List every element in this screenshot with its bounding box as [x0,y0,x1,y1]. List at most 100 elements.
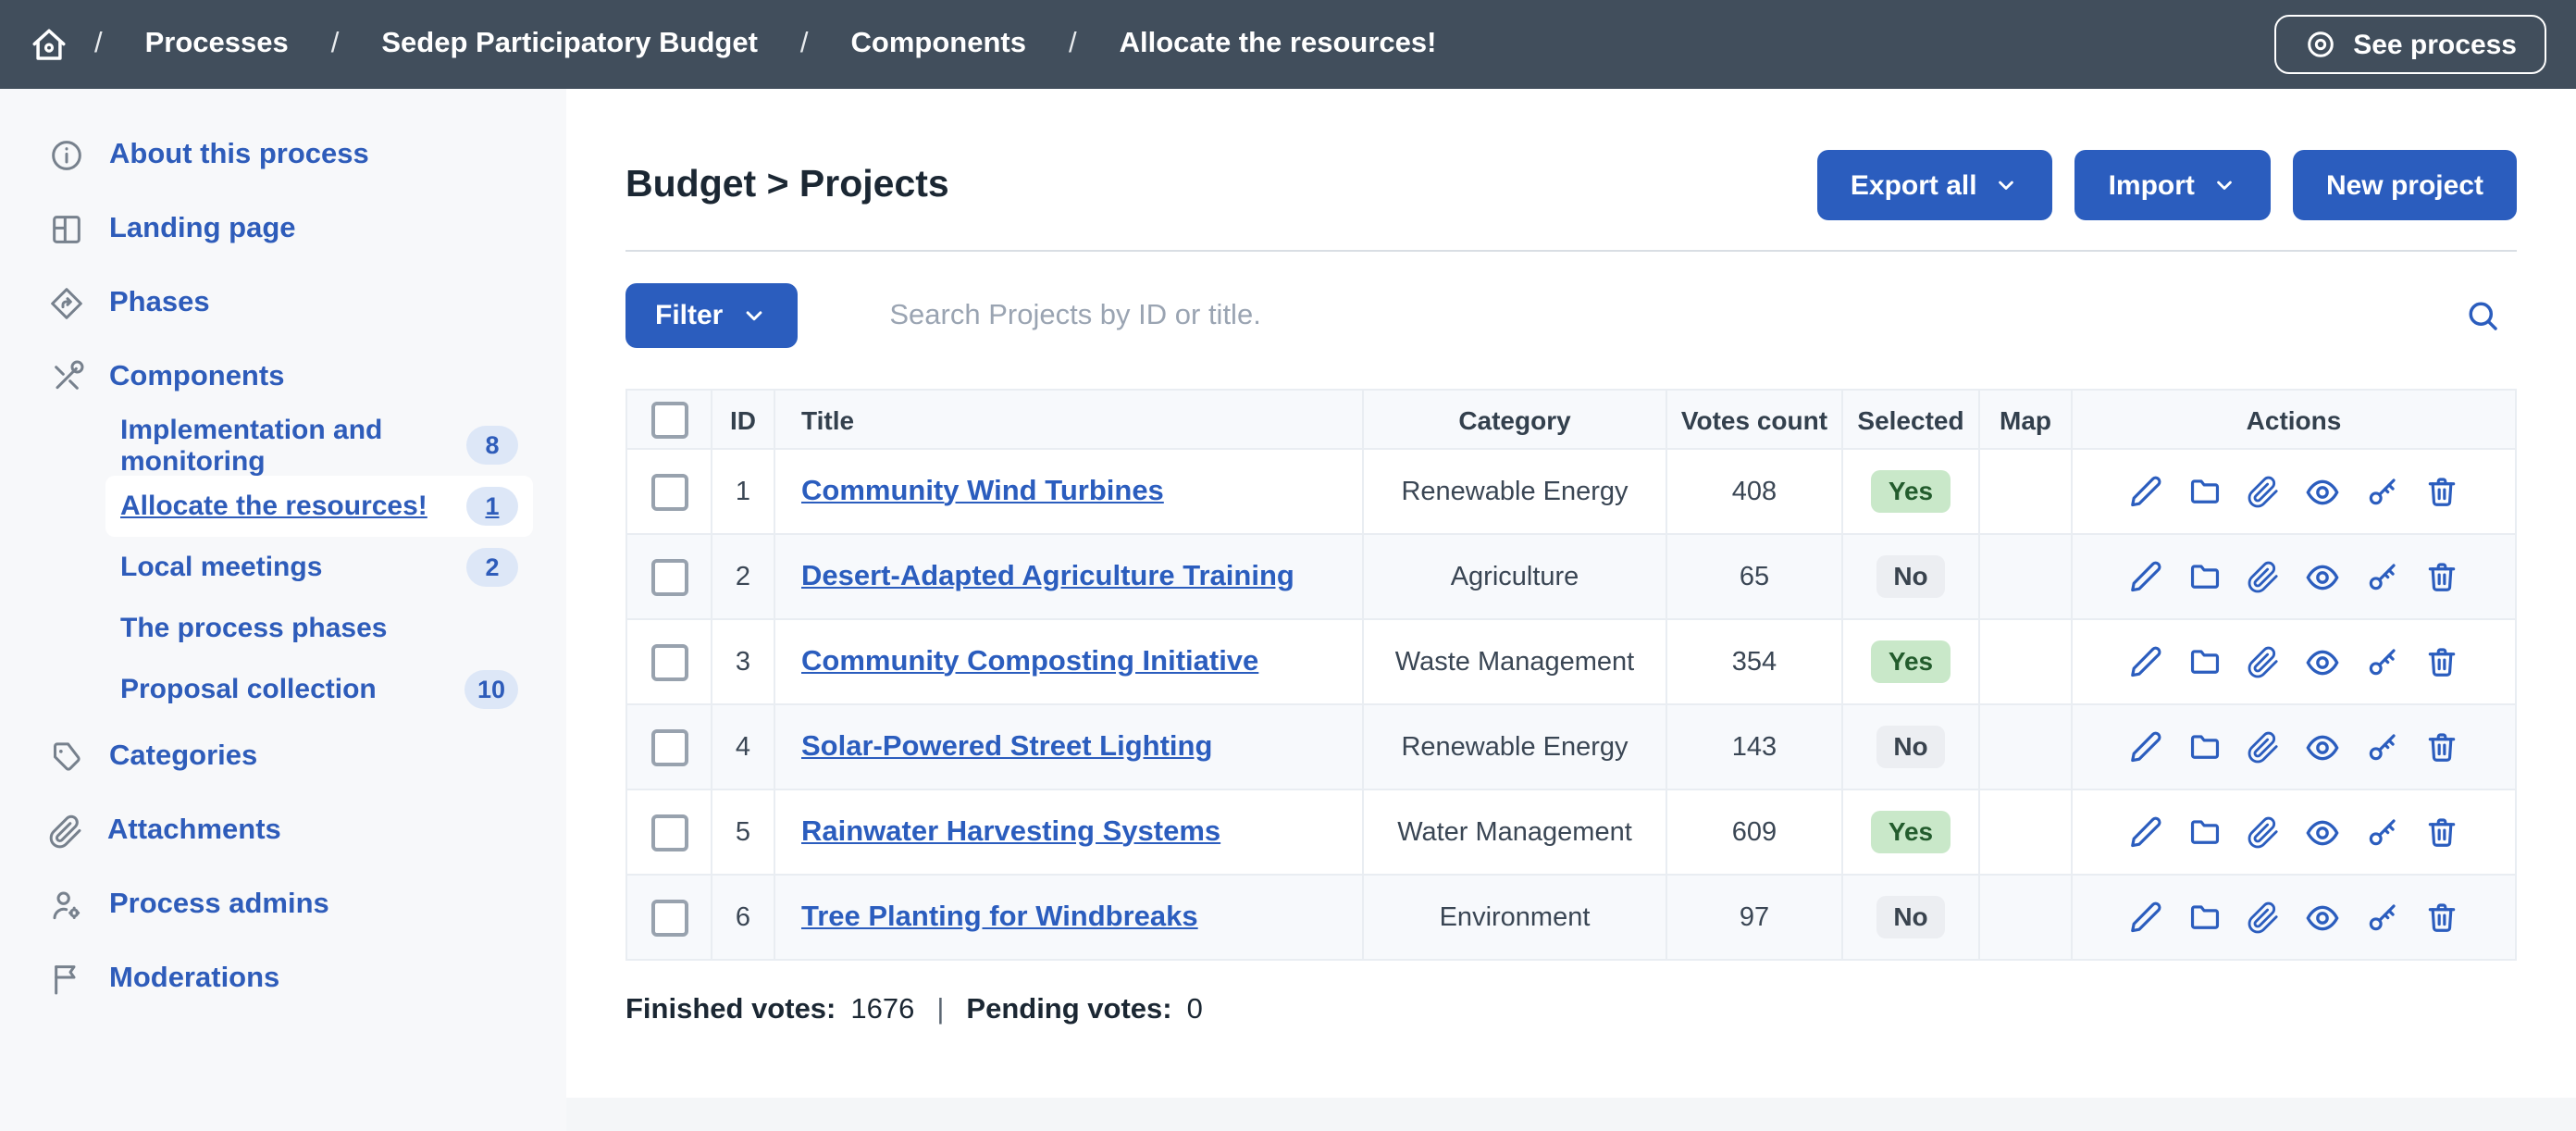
sidebar-subitem-proposal-collection[interactable]: Proposal collection 10 [105,659,533,720]
attachments-button[interactable] [2247,815,2280,849]
delete-project-button[interactable] [2424,559,2459,594]
folder-icon [2187,644,2223,679]
sidebar-item-label: Phases [109,287,210,320]
permissions-button[interactable] [2365,814,2400,850]
manage-records-button[interactable] [2187,559,2223,594]
row-checkbox[interactable] [650,814,687,851]
project-map-cell [1979,534,2072,619]
delete-project-button[interactable] [2424,644,2459,679]
delete-project-button[interactable] [2424,900,2459,935]
sidebar-item-components[interactable]: Components [0,341,566,415]
paperclip-icon [48,814,83,849]
attachments-button[interactable] [2247,901,2280,934]
breadcrumb-components[interactable]: Components [835,28,1043,61]
attachments-button[interactable] [2247,560,2280,593]
delete-project-button[interactable] [2424,814,2459,850]
manage-records-button[interactable] [2187,900,2223,935]
export-all-label: Export all [1851,169,1977,201]
manage-records-button[interactable] [2187,729,2223,764]
edit-project-button[interactable] [2128,729,2163,764]
sidebar-item-attachments[interactable]: Attachments [0,794,566,868]
breadcrumb-process-name[interactable]: Sedep Participatory Budget [365,28,774,61]
eye-icon [2304,728,2341,765]
row-checkbox[interactable] [650,643,687,680]
filter-button[interactable]: Filter [625,283,797,348]
sidebar-item-process-admins[interactable]: Process admins [0,868,566,942]
edit-project-button[interactable] [2128,644,2163,679]
see-process-button[interactable]: See process [2273,15,2546,74]
sidebar-item-landing-page[interactable]: Landing page [0,193,566,267]
row-checkbox[interactable] [650,899,687,936]
topbar: / Processes / Sedep Participatory Budget… [0,0,2576,89]
selected-badge: No [1876,726,1944,769]
project-title-link[interactable]: Community Composting Initiative [801,645,1258,677]
edit-project-button[interactable] [2128,559,2163,594]
sidebar-item-moderations[interactable]: Moderations [0,942,566,1016]
row-checkbox[interactable] [650,473,687,510]
project-votes-count: 65 [1666,534,1842,619]
permissions-button[interactable] [2365,729,2400,764]
trash-icon [2424,900,2459,935]
preview-button[interactable] [2304,558,2341,595]
attachments-button[interactable] [2247,730,2280,764]
manage-records-button[interactable] [2187,814,2223,850]
preview-button[interactable] [2304,728,2341,765]
permissions-button[interactable] [2365,474,2400,509]
permissions-button[interactable] [2365,559,2400,594]
attachments-button[interactable] [2247,645,2280,678]
search-button[interactable] [2459,292,2506,339]
selected-badge: Yes [1872,470,1950,514]
row-checkbox[interactable] [650,558,687,595]
project-title-link[interactable]: Solar-Powered Street Lighting [801,730,1212,762]
sidebar-subitem-process-phases[interactable]: The process phases [105,598,533,659]
project-title-link[interactable]: Community Wind Turbines [801,475,1164,506]
manage-records-button[interactable] [2187,474,2223,509]
attachments-button[interactable] [2247,475,2280,508]
sidebar-item-label: Attachments [107,814,281,848]
permissions-button[interactable] [2365,644,2400,679]
chevron-down-icon [1994,172,2020,198]
project-votes-count: 354 [1666,619,1842,704]
home-icon[interactable] [30,25,68,64]
select-all-header [626,390,712,449]
delete-project-button[interactable] [2424,729,2459,764]
sidebar-subitem-allocate-resources[interactable]: Allocate the resources! 1 [105,476,533,537]
import-button[interactable]: Import [2075,150,2271,220]
project-votes-count: 609 [1666,789,1842,875]
folder-icon [2187,729,2223,764]
permissions-button[interactable] [2365,900,2400,935]
sidebar-item-categories[interactable]: Categories [0,720,566,794]
project-title-link[interactable]: Rainwater Harvesting Systems [801,815,1220,847]
project-title-link[interactable]: Desert-Adapted Agriculture Training [801,560,1294,591]
paperclip-icon [2247,730,2280,764]
new-project-label: New project [2326,169,2483,201]
sidebar-item-about[interactable]: About this process [0,118,566,193]
breadcrumb-separator: / [800,28,809,61]
preview-button[interactable] [2304,899,2341,936]
count-badge: 8 [466,426,518,466]
breadcrumb-processes[interactable]: Processes [129,28,305,61]
search-input[interactable] [886,297,2459,334]
edit-project-button[interactable] [2128,474,2163,509]
sidebar-subitem-implementation[interactable]: Implementation and monitoring 8 [105,415,533,476]
delete-project-button[interactable] [2424,474,2459,509]
project-id: 4 [712,704,774,789]
edit-project-button[interactable] [2128,814,2163,850]
preview-button[interactable] [2304,643,2341,680]
edit-icon [2128,644,2163,679]
manage-records-button[interactable] [2187,644,2223,679]
export-all-button[interactable]: Export all [1817,150,2053,220]
row-checkbox[interactable] [650,728,687,765]
edit-project-button[interactable] [2128,900,2163,935]
sidebar-item-phases[interactable]: Phases [0,267,566,341]
project-category: Renewable Energy [1363,449,1666,534]
edit-icon [2128,900,2163,935]
select-all-checkbox[interactable] [650,401,687,438]
preview-button[interactable] [2304,814,2341,851]
project-id: 3 [712,619,774,704]
project-title-link[interactable]: Tree Planting for Windbreaks [801,901,1198,932]
new-project-button[interactable]: New project [2293,150,2517,220]
preview-button[interactable] [2304,473,2341,510]
sidebar-subitem-local-meetings[interactable]: Local meetings 2 [105,537,533,598]
breadcrumb-current-component[interactable]: Allocate the resources! [1103,28,1454,61]
